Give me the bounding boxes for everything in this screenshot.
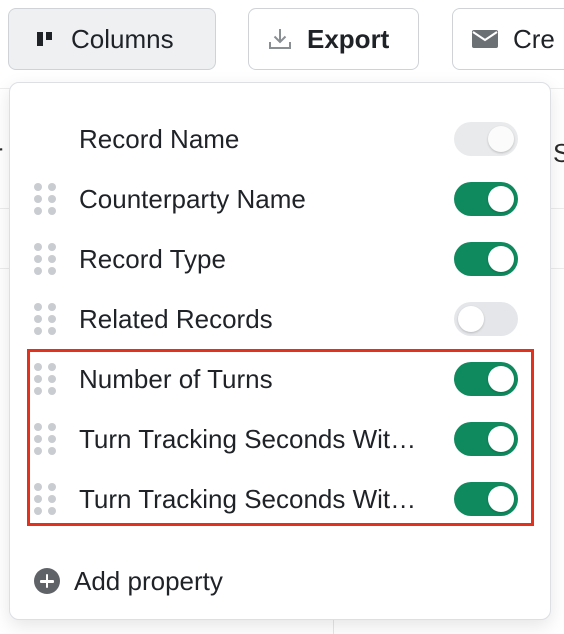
column-toggle-counterparty-name[interactable] [454,182,518,216]
drag-handle-icon[interactable] [34,243,56,275]
add-property-button[interactable]: Add property [34,561,223,601]
create-button-label: Cre [513,23,555,54]
mail-icon [471,28,499,50]
export-button[interactable]: Export [248,8,419,70]
plus-circle-icon [34,568,60,594]
column-option-related-records[interactable]: Related Records [10,289,550,349]
export-button-label: Export [307,23,390,54]
column-option-label: Number of Turns [79,363,273,394]
drag-handle-icon[interactable] [34,363,56,395]
column-option-label: Record Name [79,123,240,154]
column-option-record-name: Record Name [10,109,550,169]
column-toggle-number-of-turns[interactable] [454,362,518,396]
column-toggle-related-records[interactable] [454,302,518,336]
column-option-label: Counterparty Name [79,183,306,214]
column-option-counterparty-name[interactable]: Counterparty Name [10,169,550,229]
column-toggle-record-name [454,122,518,156]
column-option-turn-tracking-seconds-2[interactable]: Turn Tracking Seconds Wit… [10,469,550,529]
drag-handle-icon[interactable] [34,483,56,515]
column-option-label: Turn Tracking Seconds Wit… [79,423,417,454]
column-toggle-turn-tracking-seconds-1[interactable] [454,422,518,456]
columns-menu: Record Name Counterparty Name Record Typ… [9,82,551,620]
download-icon [267,26,293,52]
column-toggle-turn-tracking-seconds-2[interactable] [454,482,518,516]
table-header-fragment: r [0,138,3,169]
columns-button-label: Columns [71,23,174,54]
columns-icon [35,29,57,49]
columns-button[interactable]: Columns [8,8,216,70]
drag-handle-icon[interactable] [34,183,56,215]
column-toggle-record-type[interactable] [454,242,518,276]
column-option-turn-tracking-seconds-1[interactable]: Turn Tracking Seconds Wit… [10,409,550,469]
table-header-fragment: S [553,138,564,168]
drag-handle-icon[interactable] [34,423,56,455]
column-option-record-type[interactable]: Record Type [10,229,550,289]
column-option-number-of-turns[interactable]: Number of Turns [10,349,550,409]
column-option-label: Turn Tracking Seconds Wit… [79,483,417,514]
create-button[interactable]: Cre [452,8,564,70]
drag-handle-icon[interactable] [34,303,56,335]
add-property-label: Add property [74,565,223,596]
column-option-label: Related Records [79,303,273,334]
column-option-label: Record Type [79,243,226,274]
